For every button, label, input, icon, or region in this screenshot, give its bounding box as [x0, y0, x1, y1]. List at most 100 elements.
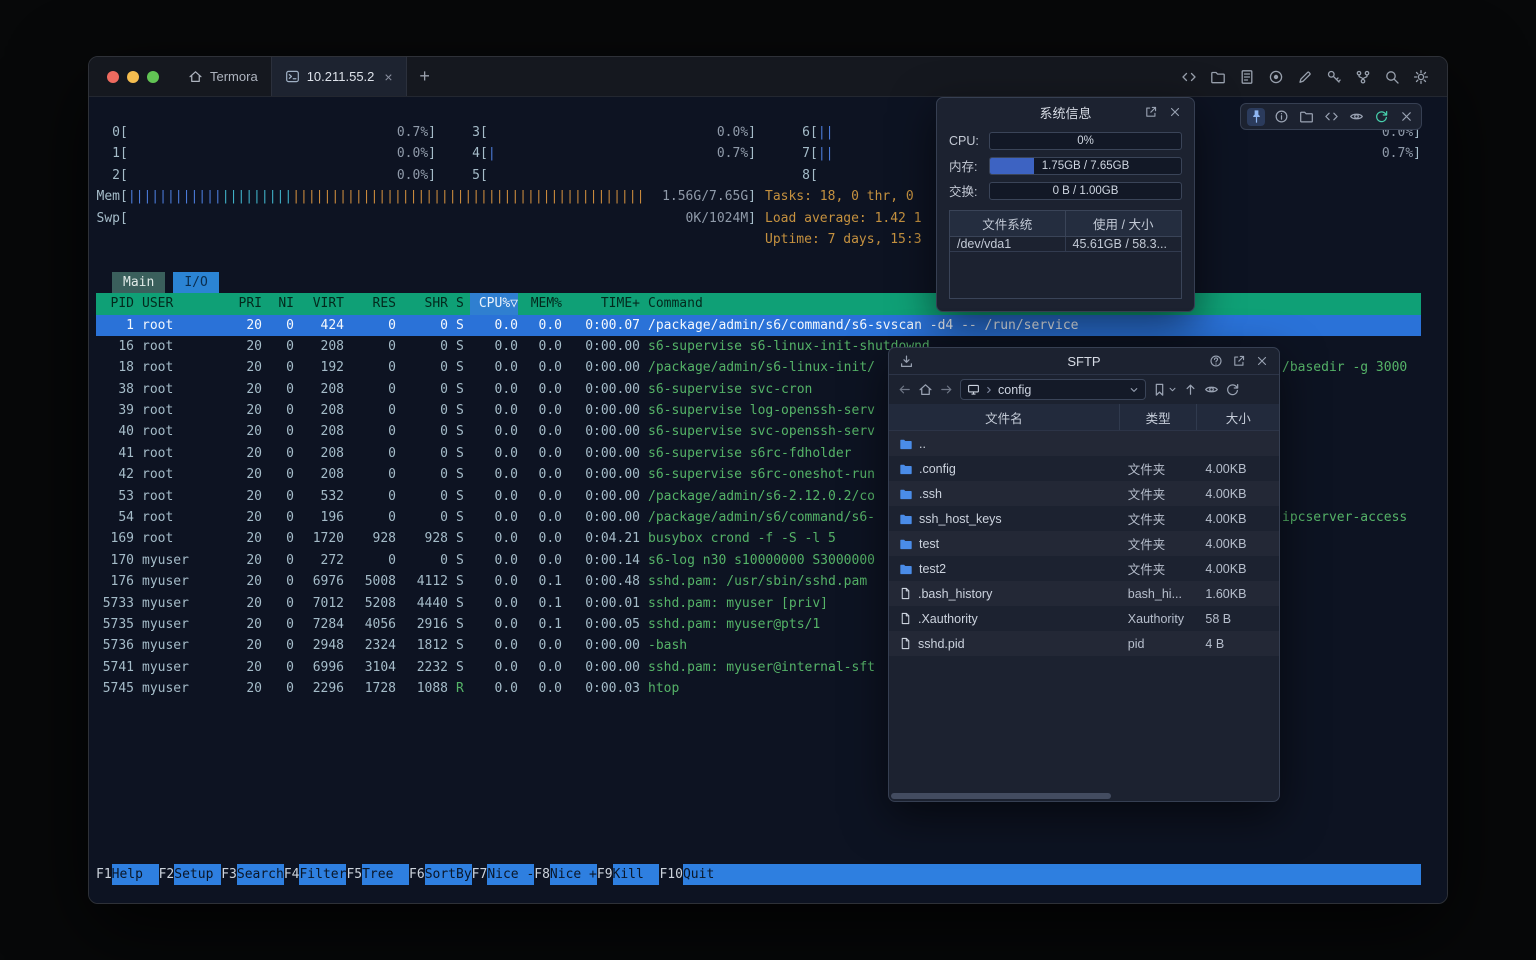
log-icon[interactable]	[1239, 69, 1255, 85]
file-icon	[899, 637, 912, 650]
process-cell: 20	[214, 528, 262, 549]
record-icon[interactable]	[1268, 69, 1284, 85]
process-cell: 0.0	[470, 571, 518, 592]
code-icon[interactable]	[1181, 69, 1197, 85]
process-cell: 0.0	[518, 421, 562, 442]
file-row[interactable]: test文件夹4.00KB	[889, 531, 1279, 556]
file-row[interactable]: .ssh文件夹4.00KB	[889, 481, 1279, 506]
process-cell: S	[448, 593, 470, 614]
function-key-number: F6	[409, 864, 425, 885]
transfers-icon[interactable]	[899, 354, 914, 369]
function-key-number: F10	[659, 864, 682, 885]
type-column-header[interactable]: 类型	[1120, 404, 1198, 430]
function-key[interactable]: F5Tree	[346, 864, 409, 885]
column-header-mem[interactable]: MEM%	[518, 293, 562, 314]
refresh-icon[interactable]	[1372, 108, 1390, 126]
meter-bracket: [	[810, 143, 818, 164]
forward-icon[interactable]	[939, 382, 954, 397]
function-key[interactable]: F8Nice +	[534, 864, 597, 885]
bookmarks-button[interactable]	[1152, 382, 1177, 397]
minimize-window-button[interactable]	[127, 71, 139, 83]
process-cell: 0:04.21	[562, 528, 640, 549]
pin-icon[interactable]	[1247, 108, 1265, 126]
path-breadcrumb[interactable]: config	[960, 379, 1146, 400]
column-header-ni[interactable]: NI	[262, 293, 294, 314]
folder-icon	[899, 437, 913, 451]
column-header-res[interactable]: RES	[344, 293, 396, 314]
filesystem-row[interactable]: /dev/vda145.61GB / 58.3...	[950, 237, 1181, 252]
column-header-user[interactable]: USER	[134, 293, 214, 314]
tab-host-10-211-55-2[interactable]: 10.211.55.2 ×	[271, 57, 407, 96]
folder-icon[interactable]	[1210, 69, 1226, 85]
refresh-icon[interactable]	[1225, 382, 1240, 397]
size-column-header[interactable]: 大小	[1197, 404, 1279, 430]
file-row[interactable]: .config文件夹4.00KB	[889, 456, 1279, 481]
column-header-s[interactable]: S	[448, 293, 470, 314]
htop-tab-io[interactable]: I/O	[173, 272, 218, 293]
usage-size-column-header: 使用 / 大小	[1066, 214, 1182, 233]
back-icon[interactable]	[897, 382, 912, 397]
process-cell: 0.0	[470, 336, 518, 357]
function-key[interactable]: F9Kill	[597, 864, 660, 885]
column-header-time[interactable]: TIME+	[562, 293, 640, 314]
branch-icon[interactable]	[1355, 69, 1371, 85]
tab-close-icon[interactable]: ×	[384, 69, 392, 85]
info-icon[interactable]	[1272, 108, 1290, 126]
eye-icon[interactable]	[1347, 108, 1365, 126]
parent-directory-icon[interactable]	[1183, 382, 1198, 397]
function-key[interactable]: F4Filter	[284, 864, 347, 885]
folder-icon[interactable]	[1297, 108, 1315, 126]
function-key-number: F7	[472, 864, 488, 885]
column-header-shr[interactable]: SHR	[396, 293, 448, 314]
function-key[interactable]: F10Quit	[659, 864, 729, 885]
file-row[interactable]: .XauthorityXauthority58 B	[889, 606, 1279, 631]
column-header-cpu[interactable]: CPU%▽	[470, 293, 518, 314]
key-icon[interactable]	[1326, 69, 1342, 85]
function-key[interactable]: F2Setup	[159, 864, 222, 885]
process-cell: S	[448, 571, 470, 592]
home-icon	[188, 69, 203, 84]
close-window-button[interactable]	[107, 71, 119, 83]
filename-column-header[interactable]: 文件名	[889, 404, 1120, 430]
column-header-pri[interactable]: PRI	[214, 293, 262, 314]
column-header-pid[interactable]: PID	[96, 293, 134, 314]
file-row[interactable]: ssh_host_keys文件夹4.00KB	[889, 506, 1279, 531]
htop-tab-main[interactable]: Main	[112, 272, 165, 293]
cpu-meter: Swp[0K/1024M]	[96, 208, 756, 229]
function-key[interactable]: F1Help	[96, 864, 159, 885]
close-icon[interactable]	[1397, 108, 1415, 126]
function-key-label: Filter	[299, 864, 346, 885]
open-in-window-icon[interactable]	[1232, 354, 1246, 368]
function-key[interactable]: F7Nice -	[472, 864, 535, 885]
function-key[interactable]: F3Search	[221, 864, 284, 885]
process-cell: 0	[344, 357, 396, 378]
file-row[interactable]: test2文件夹4.00KB	[889, 556, 1279, 581]
edit-icon[interactable]	[1297, 69, 1313, 85]
function-key[interactable]: F6SortBy	[409, 864, 472, 885]
open-in-window-icon[interactable]	[1144, 105, 1158, 119]
show-hidden-icon[interactable]	[1204, 382, 1219, 397]
file-type-cell: Xauthority	[1120, 612, 1198, 626]
process-cell: myuser	[134, 550, 214, 571]
file-row[interactable]: sshd.pidpid4 B	[889, 631, 1279, 656]
process-cell: 5735	[96, 614, 134, 635]
zoom-window-button[interactable]	[147, 71, 159, 83]
horizontal-scrollbar[interactable]	[889, 791, 1279, 801]
gear-icon[interactable]	[1413, 69, 1429, 85]
close-icon[interactable]	[1255, 354, 1269, 368]
file-row[interactable]: ..	[889, 431, 1279, 456]
home-icon[interactable]	[918, 382, 933, 397]
code-icon[interactable]	[1322, 108, 1340, 126]
column-header-virt[interactable]: VIRT	[294, 293, 344, 314]
close-icon[interactable]	[1168, 105, 1182, 119]
chevron-down-icon[interactable]	[1129, 385, 1139, 395]
help-icon[interactable]	[1209, 354, 1223, 368]
process-cell: 1728	[344, 678, 396, 699]
search-icon[interactable]	[1384, 69, 1400, 85]
new-tab-button[interactable]: +	[407, 57, 443, 96]
file-row[interactable]: .bash_historybash_hi...1.60KB	[889, 581, 1279, 606]
process-cell: 0.0	[518, 635, 562, 656]
tab-termora[interactable]: Termora	[175, 57, 271, 96]
process-row[interactable]: 1root20042400S0.00.00:00.07/package/admi…	[96, 315, 1421, 336]
scrollbar-thumb[interactable]	[891, 793, 1111, 799]
